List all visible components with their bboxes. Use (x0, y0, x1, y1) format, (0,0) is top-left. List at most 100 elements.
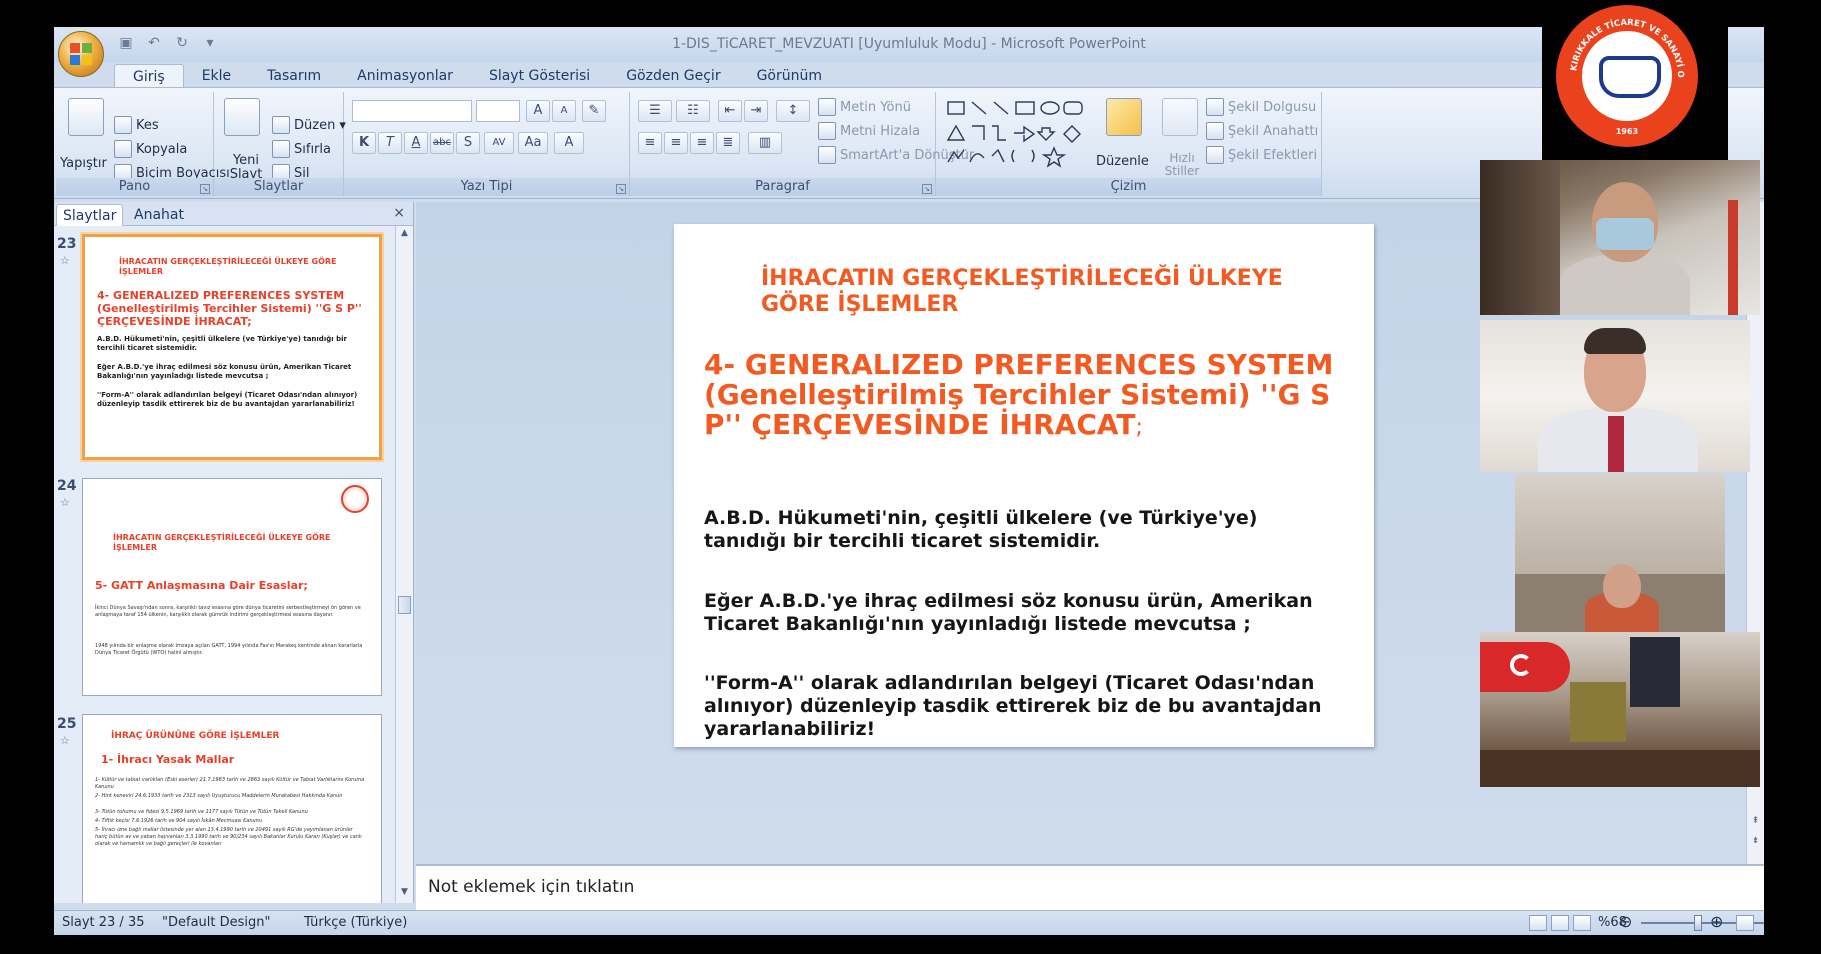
clear-format-button[interactable]: ✎ (582, 100, 606, 122)
participant-video-1[interactable] (1480, 160, 1760, 315)
slide-thumbnail-23[interactable]: İHRACATIN GERÇEKLEŞTİRİLECEĞİ ÜLKEYE GÖR… (82, 234, 382, 460)
pane-tabs: Slaytlar Anahat × (54, 202, 413, 226)
shapes-gallery-icon[interactable] (944, 96, 1094, 172)
paragraph-launcher-icon[interactable]: ↘ (922, 184, 932, 194)
close-icon[interactable]: × (393, 205, 405, 221)
bullets-icon: ☰ (649, 103, 661, 118)
normal-view-icon[interactable] (1529, 915, 1547, 931)
align-right-button[interactable]: ≡ (690, 132, 714, 154)
title-bar: ▣ ↶ ↻ ▾ 1-DIS_TiCARET_MEVZUATI [Uyumlulu… (54, 27, 1764, 62)
slide-sorter-icon[interactable] (1551, 915, 1569, 931)
strikethrough-button[interactable]: abc (430, 132, 454, 154)
participant-video-3[interactable] (1515, 474, 1725, 632)
paste-icon (68, 98, 104, 136)
increase-indent-button[interactable]: ⇥ (744, 100, 768, 122)
columns-button[interactable]: ▥ (748, 132, 782, 154)
change-case-button[interactable]: Aa (518, 132, 548, 154)
tab-gozden-gecir[interactable]: Gözden Geçir (608, 64, 738, 88)
transition-star-icon: ☆ (60, 254, 70, 267)
cut-button[interactable]: Kes (114, 116, 159, 134)
thumbnail-list: 23 ☆ İHRACATIN GERÇEKLEŞTİRİLECEĞİ ÜLKEY… (54, 226, 394, 903)
pano-launcher-icon[interactable]: ↘ (200, 184, 210, 194)
slide-paragraph-1: A.B.D. Hükumeti'nin, çeşitli ülkelere (v… (704, 507, 1258, 552)
line-spacing-icon: ↕ (787, 103, 799, 118)
office-logo-icon (70, 43, 94, 67)
text-direction-button[interactable]: Metin Yönü (818, 98, 911, 116)
grow-font-button[interactable]: A (526, 100, 550, 122)
line-spacing-button[interactable]: ↕ (776, 100, 810, 122)
current-slide[interactable]: İHRACATIN GERÇEKLEŞTİRİLECEĞİ ÜLKEYE GÖR… (674, 224, 1374, 747)
tab-giris[interactable]: Giriş (114, 64, 184, 88)
participant-video-4[interactable] (1480, 632, 1760, 787)
fit-to-window-icon[interactable] (1736, 915, 1754, 931)
slideshow-icon[interactable] (1573, 915, 1591, 931)
underline-button[interactable]: A (404, 132, 428, 154)
arrange-button[interactable]: Düzenle (1096, 154, 1149, 169)
paste-button[interactable]: Yapıştır (60, 156, 107, 171)
slide-thumbnail-25[interactable]: İHRAÇ ÜRÜNÜNE GÖRE İŞLEMLER 1- İhracı Ya… (82, 714, 382, 903)
shrink-font-button[interactable]: A (552, 100, 576, 122)
columns-icon: ▥ (758, 135, 772, 150)
shape-fill-button[interactable]: Şekil Dolgusu (1206, 98, 1316, 116)
bullets-button[interactable]: ☰ (638, 100, 672, 122)
slides-pane: Slaytlar Anahat × 23 ☆ İHRACATIN GERÇEKL… (54, 202, 414, 903)
thumbnail-scrollbar[interactable]: ▲ ▼ (395, 226, 413, 903)
logo-center (1582, 31, 1672, 121)
new-slide-icon (224, 98, 260, 136)
shape-outline-button[interactable]: Şekil Anahattı (1206, 122, 1318, 140)
group-cizim: Düzenle Hızlı Stiller Şekil Dolgusu Şeki… (936, 92, 1322, 196)
font-color-button[interactable]: A (554, 132, 584, 154)
tab-slayt-gosterisi[interactable]: Slayt Gösterisi (471, 64, 608, 88)
tab-anahat[interactable]: Anahat (128, 204, 190, 226)
thumb-paragraph: 1948 yılında bir anlaşma olarak imzaya a… (95, 643, 363, 656)
group-label-yazi-tipi: Yazı Tipi (344, 178, 629, 196)
align-left-icon: ≡ (644, 135, 656, 150)
office-button[interactable] (58, 31, 104, 77)
align-center-button[interactable]: ≡ (664, 132, 688, 154)
font-name-combo[interactable] (352, 100, 472, 122)
layout-icon (272, 116, 290, 134)
thumb-title: İHRAÇ ÜRÜNÜNE GÖRE İŞLEMLER (111, 731, 280, 741)
language-indicator[interactable]: Türkçe (Türkiye) (304, 915, 407, 930)
zoom-out-icon[interactable]: ⊖ (1619, 912, 1632, 931)
quick-styles-button[interactable]: Hızlı Stiller (1162, 152, 1202, 178)
next-slide-icon[interactable]: ⇟ (1749, 836, 1762, 850)
notes-pane[interactable]: Not eklemek için tıklatın (416, 864, 1764, 910)
justify-button[interactable]: ≣ (716, 132, 740, 154)
thumb-paragraph: 3- Tütün tohumu ve fidesi 9.5.1969 tarih… (95, 809, 308, 815)
scroll-up-icon[interactable]: ▲ (398, 228, 411, 242)
pen-icon (1206, 122, 1224, 140)
zoom-in-icon[interactable]: ⊕ (1710, 912, 1723, 931)
slide-thumbnail-24[interactable]: İHRACATIN GERÇEKLEŞTİRİLECEĞİ ÜLKEYE GÖR… (82, 478, 382, 696)
scroll-thumb[interactable] (398, 596, 411, 614)
group-yazi-tipi: A A ✎ K T A abc S AV Aa A Yazı Tipi ↘ (344, 92, 630, 196)
char-spacing-button[interactable]: AV (484, 132, 514, 154)
tab-animasyonlar[interactable]: Animasyonlar (339, 64, 471, 88)
tab-ekle[interactable]: Ekle (184, 64, 249, 88)
previous-slide-icon[interactable]: ⇞ (1749, 816, 1762, 830)
design-name[interactable]: "Default Design" (162, 915, 270, 930)
shape-effects-button[interactable]: Şekil Efektleri (1206, 146, 1317, 164)
decrease-indent-button[interactable]: ⇤ (718, 100, 742, 122)
copy-button[interactable]: Kopyala (114, 140, 187, 158)
scroll-down-icon[interactable]: ▼ (398, 887, 411, 901)
bold-button[interactable]: K (352, 132, 376, 154)
thumb-number: 24 (57, 478, 77, 494)
shape-effects-label: Şekil Efektleri (1228, 147, 1318, 163)
participant-video-2[interactable] (1480, 320, 1750, 472)
reset-button[interactable]: Sıfırla (272, 140, 331, 158)
thumb-subtitle: 1- İhracı Yasak Mallar (101, 753, 235, 766)
font-launcher-icon[interactable]: ↘ (616, 184, 626, 194)
tab-slaytlar[interactable]: Slaytlar (56, 204, 124, 226)
align-text-button[interactable]: Metni Hizala (818, 122, 920, 140)
layout-button[interactable]: Düzen ▾ (272, 116, 346, 134)
tab-tasarim[interactable]: Tasarım (249, 64, 339, 88)
italic-button[interactable]: T (378, 132, 402, 154)
font-size-combo[interactable] (476, 100, 520, 122)
slide-heading: İHRACATIN GERÇEKLEŞTİRİLECEĞİ ÜLKEYE GÖR… (761, 266, 1283, 317)
shadow-button[interactable]: S (456, 132, 480, 154)
zoom-slider-knob[interactable] (1694, 915, 1702, 931)
align-left-button[interactable]: ≡ (638, 132, 662, 154)
tab-gorunum[interactable]: Görünüm (739, 64, 840, 88)
numbering-button[interactable]: ☷ (676, 100, 710, 122)
